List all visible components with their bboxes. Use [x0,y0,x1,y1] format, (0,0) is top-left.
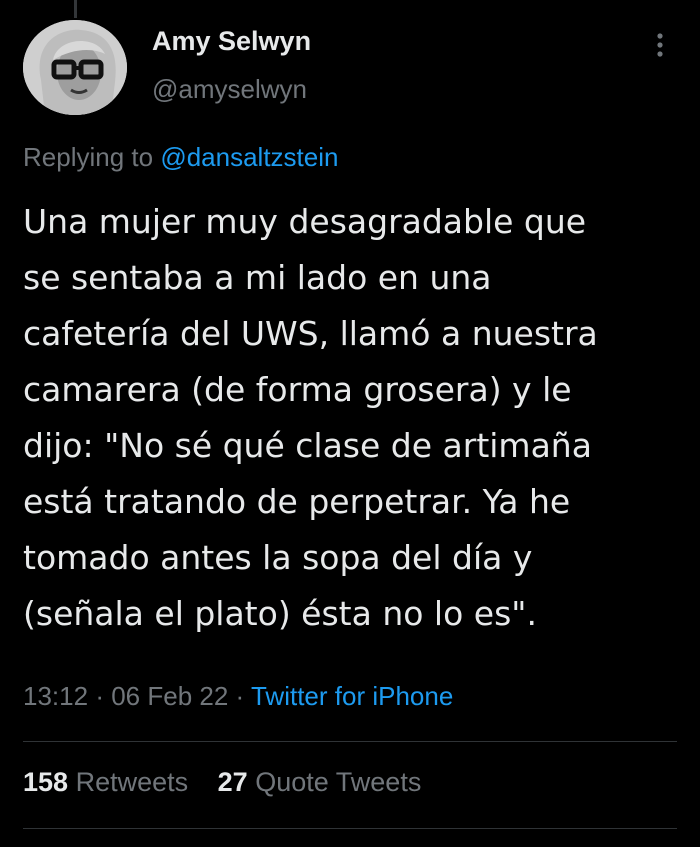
avatar[interactable] [23,20,127,115]
retweets-count: 158 [23,767,69,797]
tweet-text-line: Una mujer muy desagradable que [23,202,587,241]
thread-connector-line [74,0,77,18]
tweet-text-line: dijo: "No sé qué clase de artimaña [23,426,592,465]
replying-to: Replying to @dansaltzstein [23,142,338,173]
tweet-text-line: se sentaba a mi lado en una [23,258,492,297]
replying-to-label: Replying to [23,142,154,172]
retweets-stat[interactable]: 158 Retweets [23,767,188,798]
tweet-text-line: (señala el plato) ésta no lo es". [23,594,537,633]
reply-mention-link[interactable]: @dansaltzstein [160,142,338,172]
tweet-text-line: está tratando de perpetrar. Ya he [23,482,571,521]
user-display-name[interactable]: Amy Selwyn [152,26,311,57]
tweet-stats: 158 Retweets 27 Quote Tweets [23,767,443,798]
tweet-text-line: camarera (de forma grosera) y le [23,370,572,409]
tweet-time[interactable]: 13:12 [23,681,88,711]
divider [23,828,677,829]
user-handle[interactable]: @amyselwyn [152,74,307,105]
tweet-text: Una mujer muy desagradable que se sentaba… [23,194,688,642]
meta-separator: · [235,681,245,711]
profile-photo-icon [23,20,127,115]
tweet-date[interactable]: 06 Feb 22 [111,681,228,711]
meta-separator: · [95,681,104,711]
divider [23,741,677,742]
quote-tweets-count: 27 [217,767,248,797]
tweet-source-link[interactable]: Twitter for iPhone [251,681,453,711]
quote-tweets-stat[interactable]: 27 Quote Tweets [218,767,422,798]
tweet-text-line: tomado antes la sopa del día y [23,538,533,577]
retweets-label: Retweets [75,767,189,797]
more-options-icon[interactable] [650,30,670,60]
tweet-metadata: 13:12 · 06 Feb 22 · Twitter for iPhone [23,681,453,712]
tweet-text-line: cafetería del UWS, llamó a nuestra [23,314,598,353]
quote-tweets-label: Quote Tweets [255,767,422,797]
